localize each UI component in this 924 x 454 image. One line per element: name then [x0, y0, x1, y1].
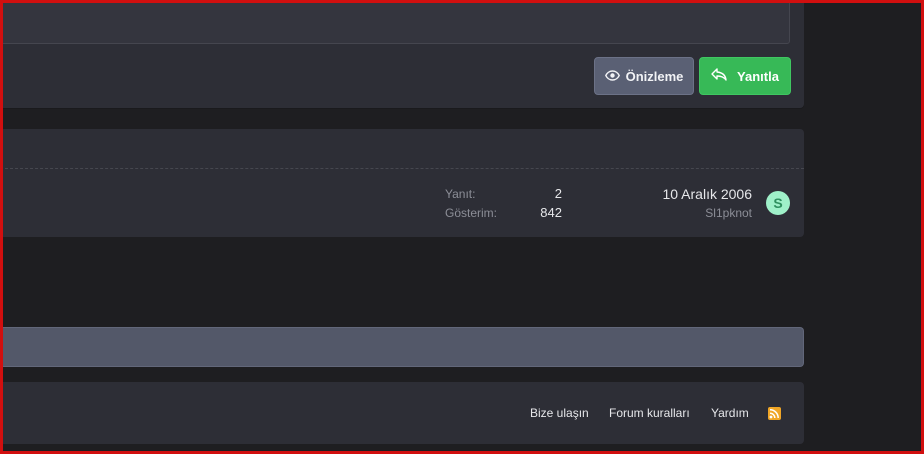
replies-count: 2 — [554, 186, 562, 201]
reply-button[interactable]: Yanıtla — [699, 57, 791, 95]
footer: Bize ulaşın Forum kuralları Yardım — [0, 382, 804, 444]
eye-icon — [604, 69, 620, 84]
last-post-date[interactable]: 10 Aralık 2006 — [662, 186, 752, 202]
footer-link-help[interactable]: Yardım — [711, 406, 749, 420]
footer-link-contact[interactable]: Bize ulaşın — [530, 406, 589, 420]
views-count: 842 — [540, 205, 562, 220]
avatar-letter: S — [773, 195, 783, 211]
reply-editor[interactable] — [0, 0, 790, 44]
quick-reply-panel: Önizleme Yanıtla — [0, 0, 804, 108]
last-post-user[interactable]: Sl1pknot — [705, 206, 752, 220]
thread-list-panel: Yanıt: 2 Gösterim: 842 10 Aralık 2006 Sl… — [0, 129, 804, 237]
replies-label: Yanıt: — [445, 187, 476, 201]
preview-button-label: Önizleme — [625, 68, 684, 84]
preview-button[interactable]: Önizleme — [594, 57, 694, 95]
footer-link-rules[interactable]: Forum kuralları — [609, 406, 690, 420]
reply-button-label: Yanıtla — [737, 68, 779, 84]
thread-list-header — [0, 129, 804, 169]
views-label: Gösterim: — [445, 206, 498, 220]
avatar[interactable]: S — [766, 191, 790, 215]
reply-arrow-icon — [711, 68, 727, 84]
rss-icon[interactable] — [768, 407, 781, 420]
breadcrumb — [0, 327, 804, 367]
